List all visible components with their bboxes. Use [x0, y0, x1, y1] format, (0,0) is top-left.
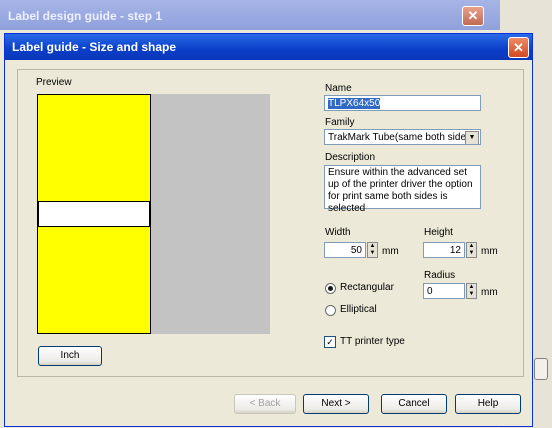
elliptical-label: Elliptical [340, 304, 377, 315]
height-input[interactable]: 12 [423, 242, 465, 258]
family-select[interactable]: TrakMark Tube(same both sides ▼ [324, 129, 481, 145]
name-input[interactable]: TLPX64x50 [324, 95, 481, 111]
label-preview [37, 94, 270, 334]
name-label: Name [325, 83, 352, 94]
name-value: TLPX64x50 [328, 98, 381, 109]
print-area-band [38, 201, 150, 227]
radius-input[interactable]: 0 [423, 283, 465, 299]
height-label: Height [424, 227, 453, 238]
background-close-icon[interactable]: ✕ [462, 6, 484, 26]
chevron-down-icon[interactable]: ▼ [465, 131, 479, 144]
background-window-title: Label design guide - step 1 [8, 9, 163, 23]
preview-label: Preview [36, 77, 72, 88]
rectangular-label: Rectangular [340, 282, 394, 293]
cancel-button[interactable]: Cancel [381, 394, 447, 414]
rectangular-radio[interactable] [325, 283, 336, 294]
family-value: TrakMark Tube(same both sides [328, 132, 472, 143]
family-label: Family [325, 117, 355, 128]
dialog-close-icon[interactable]: ✕ [508, 37, 529, 58]
height-spinner[interactable]: ▲ ▼ [466, 242, 477, 258]
back-button[interactable]: < Back [234, 394, 296, 414]
settings-panel: Preview Name TLPX64x50 Family TrakMark T… [17, 69, 524, 377]
description-label: Description [325, 152, 376, 163]
dialog-title: Label guide - Size and shape [12, 40, 177, 54]
width-unit: mm [382, 246, 399, 257]
tt-printer-checkbox[interactable]: ✓ [324, 336, 336, 348]
help-button[interactable]: Help [455, 394, 521, 414]
width-input[interactable]: 50 [324, 242, 366, 258]
background-title-bar: Label design guide - step 1 ✕ [0, 0, 500, 30]
width-label: Width [325, 227, 351, 238]
radius-unit: mm [481, 287, 498, 298]
next-button[interactable]: Next > [303, 394, 369, 414]
description-field[interactable]: Ensure within the advanced set up of the… [324, 165, 481, 214]
tt-printer-label: TT printer type [340, 336, 405, 347]
elliptical-radio[interactable] [325, 305, 336, 316]
width-spinner[interactable]: ▲ ▼ [367, 242, 378, 258]
height-unit: mm [481, 246, 498, 257]
background-partial-button [534, 358, 548, 380]
radius-label: Radius [424, 270, 456, 281]
radius-spinner[interactable]: ▲ ▼ [466, 283, 477, 299]
size-and-shape-dialog: Label guide - Size and shape ✕ Preview N… [4, 33, 533, 427]
inch-button[interactable]: Inch [38, 346, 102, 366]
label-shape-preview [37, 94, 151, 334]
dialog-title-bar: Label guide - Size and shape ✕ [5, 34, 532, 60]
